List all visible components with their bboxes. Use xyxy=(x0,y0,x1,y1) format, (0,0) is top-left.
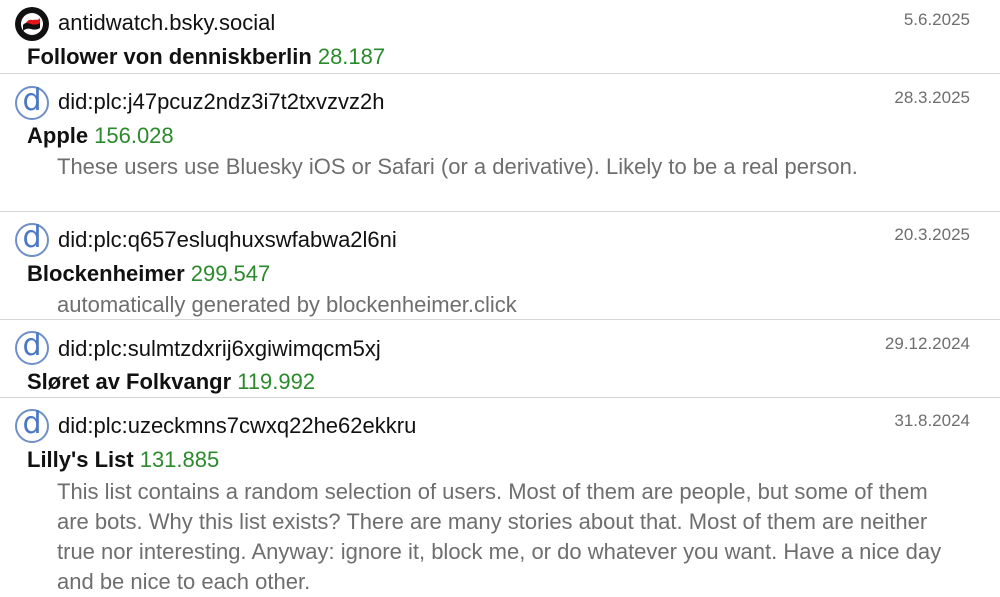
list-item[interactable]: d did:plc:q657esluqhuxswfabwa2l6ni 20.3.… xyxy=(0,212,1000,320)
list-name: Follower von denniskberlin xyxy=(27,44,312,69)
list-date: 31.8.2024 xyxy=(894,411,970,430)
list-name: Apple xyxy=(27,123,89,148)
account-handle[interactable]: did:plc:q657esluqhuxswfabwa2l6ni xyxy=(58,227,397,253)
list-title[interactable]: Blockenheimer 299.547 xyxy=(27,261,270,287)
list-item[interactable]: d did:plc:j47pcuz2ndz3i7t2txvzvz2h 28.3.… xyxy=(0,74,1000,212)
list-title[interactable]: Apple 156.028 xyxy=(27,123,174,149)
moderation-list-results: antidwatch.bsky.social 5.6.2025 Follower… xyxy=(0,0,1000,595)
list-date: 29.12.2024 xyxy=(884,334,970,353)
account-handle[interactable]: antidwatch.bsky.social xyxy=(58,10,275,36)
did-placeholder-icon: d xyxy=(15,223,49,257)
list-member-count: 131.885 xyxy=(139,447,220,472)
list-title[interactable]: Sløret av Folkvangr 119.992 xyxy=(27,369,315,395)
list-member-count: 28.187 xyxy=(317,44,386,69)
list-name: Sløret av Folkvangr xyxy=(27,369,232,394)
list-item[interactable]: d did:plc:sulmtzdxrij6xgiwimqcm5xj 29.12… xyxy=(0,320,1000,398)
list-date: 28.3.2025 xyxy=(894,88,970,107)
list-title[interactable]: Follower von denniskberlin 28.187 xyxy=(27,44,385,70)
list-member-count: 299.547 xyxy=(190,261,271,286)
did-placeholder-icon: d xyxy=(15,409,49,443)
list-date: 20.3.2025 xyxy=(894,225,970,244)
account-handle[interactable]: did:plc:uzeckmns7cwxq22he62ekkru xyxy=(58,413,416,439)
list-description: This list contains a random selection of… xyxy=(57,479,942,594)
account-handle[interactable]: did:plc:j47pcuz2ndz3i7t2txvzvz2h xyxy=(58,89,385,115)
list-title[interactable]: Lilly's List 131.885 xyxy=(27,447,219,473)
list-item[interactable]: antidwatch.bsky.social 5.6.2025 Follower… xyxy=(0,0,1000,74)
did-placeholder-icon: d xyxy=(15,331,49,365)
list-member-count: 119.992 xyxy=(237,369,316,394)
antifa-flag-icon xyxy=(15,7,49,41)
did-placeholder-icon: d xyxy=(15,86,49,120)
list-item[interactable]: d did:plc:uzeckmns7cwxq22he62ekkru 31.8.… xyxy=(0,398,1000,595)
list-member-count: 156.028 xyxy=(94,123,174,148)
list-description: automatically generated by blockenheimer… xyxy=(57,292,517,317)
account-handle[interactable]: did:plc:sulmtzdxrij6xgiwimqcm5xj xyxy=(58,336,381,362)
list-date: 5.6.2025 xyxy=(903,10,970,29)
list-name: Blockenheimer xyxy=(27,261,185,286)
list-description: These users use Bluesky iOS or Safari (o… xyxy=(57,154,858,179)
list-name: Lilly's List xyxy=(27,447,134,472)
